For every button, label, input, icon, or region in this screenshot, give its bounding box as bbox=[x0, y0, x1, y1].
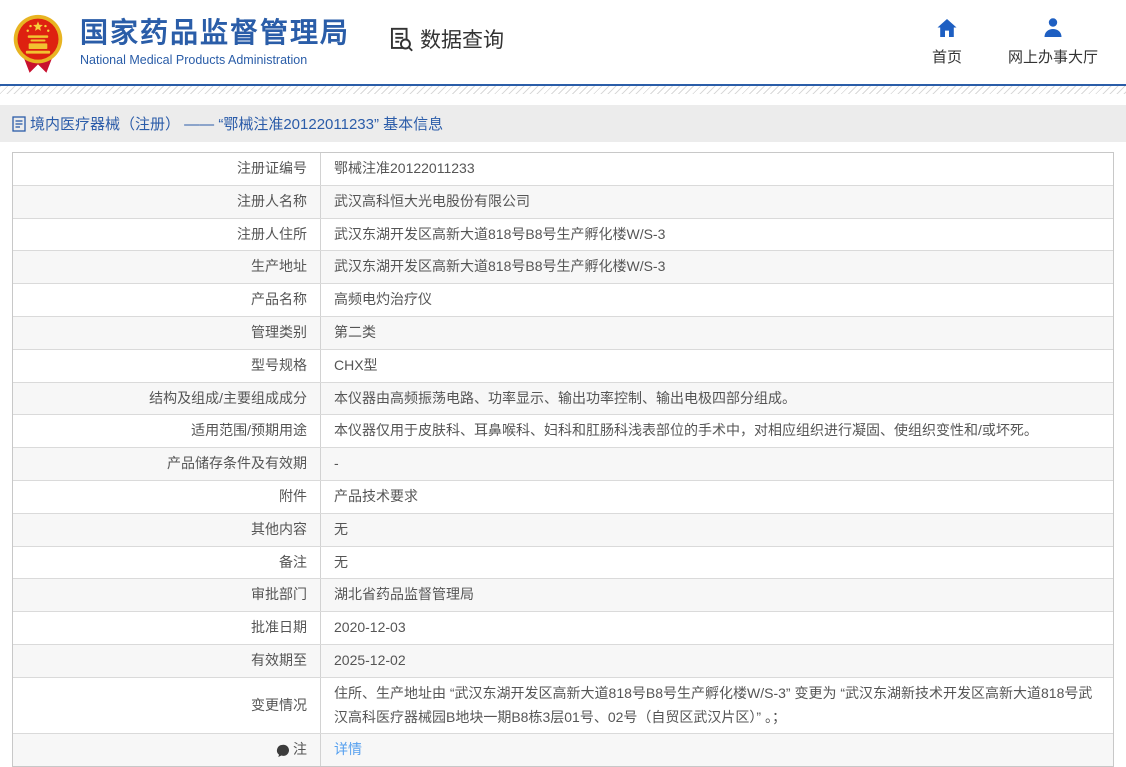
row-value: 2020-12-03 bbox=[334, 619, 406, 636]
row-value: 无 bbox=[334, 553, 348, 570]
row-value: 武汉东湖开发区高新大道818号B8号生产孵化楼W/S-3 bbox=[334, 225, 666, 242]
row-label: 变更情况 bbox=[13, 677, 321, 734]
top-nav: 首页 网上办事大厅 bbox=[932, 17, 1126, 67]
home-icon bbox=[937, 19, 957, 37]
org-name-en: National Medical Products Administration bbox=[80, 52, 308, 67]
row-label: 其他内容 bbox=[13, 513, 321, 546]
detail-link[interactable]: 详情 bbox=[334, 738, 362, 762]
table-row: 审批部门 湖北省药品监督管理局 bbox=[13, 579, 1113, 613]
row-label: 备注 bbox=[13, 546, 321, 579]
table-row: 附件 产品技术要求 bbox=[13, 480, 1113, 514]
row-value: 产品技术要求 bbox=[334, 487, 418, 504]
row-label: 审批部门 bbox=[13, 579, 321, 612]
nav-item-service-hall[interactable]: 网上办事大厅 bbox=[1008, 17, 1098, 67]
info-table: 注册证编号 鄂械注准20122011233 注册人名称 武汉高科恒大光电股份有限公司注… bbox=[12, 152, 1114, 767]
row-value: 武汉高科恒大光电股份有限公司 bbox=[334, 192, 530, 209]
table-row: 产品储存条件及有效期 - bbox=[13, 448, 1113, 481]
table-row: 生产地址 武汉东湖开发区高新大道818号B8号生产孵化楼W/S-3 bbox=[13, 251, 1113, 285]
row-value: 第二类 bbox=[334, 323, 376, 340]
table-row: 有效期至 2025-12-02 bbox=[13, 644, 1113, 678]
row-label: 批准日期 bbox=[13, 612, 321, 644]
row-value: 本仪器由高频振荡电路、功率显示、输出功率控制、输出电极四部分组成。 bbox=[334, 389, 796, 406]
row-label: 附件 bbox=[13, 480, 321, 513]
row-value: CHX型 bbox=[334, 356, 378, 373]
row-label: 注册人名称 bbox=[13, 185, 321, 218]
table-row: 备注无 bbox=[13, 546, 1113, 580]
row-value: 湖北省药品监督管理局 bbox=[334, 586, 474, 603]
data-query-tab[interactable]: 数据查询 bbox=[388, 24, 504, 54]
table-row: 注册人名称 武汉高科恒大光电股份有限公司 bbox=[13, 185, 1113, 219]
data-query-label: 数据查询 bbox=[420, 29, 505, 52]
table-row: 批准日期 2020-12-03 bbox=[13, 612, 1113, 645]
row-value: 住所、生产地址由 “武汉东湖开发区高新大道818号B8号生产孵化楼W/S-3” … bbox=[334, 684, 1093, 725]
org-name-cn: 国家药品监督管理局 bbox=[80, 17, 351, 49]
row-label: 注册人住所 bbox=[13, 218, 321, 251]
row-label: 有效期至 bbox=[13, 644, 321, 677]
hatched-band bbox=[0, 86, 1126, 94]
row-value: 详情 bbox=[321, 734, 1113, 766]
org-title-block: 国家药品监督管理局 National Medical Products Admi… bbox=[80, 17, 350, 66]
row-label: 结构及组成/主要组成成分 bbox=[13, 382, 321, 415]
table-row: 其他内容无 bbox=[13, 513, 1113, 547]
table-row: 型号规格 CHX型 bbox=[13, 349, 1113, 383]
balloon-icon bbox=[276, 744, 289, 757]
top-header: 国家药品监督管理局 National Medical Products Admi… bbox=[0, 0, 1126, 84]
row-value: 高频电灼治疗仪 bbox=[334, 291, 432, 308]
row-label: 适用范围/预期用途 bbox=[13, 415, 321, 448]
row-label: 产品储存条件及有效期 bbox=[13, 448, 321, 480]
page-title-bar: 境内医疗器械（注册） —— “鄂械注准20122011233” 基本信息 bbox=[0, 105, 1126, 142]
document-search-icon bbox=[390, 27, 413, 51]
spacer bbox=[0, 94, 1126, 105]
row-label: 注 bbox=[13, 734, 321, 767]
row-label: 生产地址 bbox=[13, 251, 321, 284]
row-label: 型号规格 bbox=[13, 349, 321, 382]
page-title: 境内医疗器械（注册） —— “鄂械注准20122011233” 基本信息 bbox=[30, 116, 444, 133]
table-row: 注册证编号 鄂械注准20122011233 bbox=[13, 153, 1113, 186]
table-row: 结构及组成/主要组成成分 本仪器由高频振荡电路、功率显示、输出功率控制、输出电极四… bbox=[13, 382, 1113, 416]
nav-label-home: 首页 bbox=[931, 49, 962, 66]
row-value: 鄂械注准20122011233 bbox=[334, 160, 475, 176]
table-row: 注册人住所 武汉东湖开发区高新大道818号B8号生产孵化楼W/S-3 bbox=[13, 218, 1113, 252]
row-label: 管理类别 bbox=[13, 316, 321, 349]
document-icon bbox=[12, 115, 26, 132]
nav-label-service-hall: 网上办事大厅 bbox=[1007, 49, 1098, 66]
row-label: 产品名称 bbox=[13, 284, 321, 316]
table-row: 管理类别 第二类 bbox=[13, 316, 1113, 350]
national-emblem-logo bbox=[10, 13, 66, 75]
row-value: 2025-12-02 bbox=[334, 651, 406, 668]
table-row: 产品名称 高频电灼治疗仪 bbox=[13, 284, 1113, 317]
person-icon bbox=[1044, 18, 1062, 37]
row-value: 武汉东湖开发区高新大道818号B8号生产孵化楼W/S-3 bbox=[334, 258, 666, 275]
row-value: 本仪器仅用于皮肤科、耳鼻喉科、妇科和肛肠科浅表部位的手术中，对相应组织进行凝固、… bbox=[334, 422, 1038, 439]
row-value: - bbox=[334, 455, 339, 472]
row-label: 注册证编号 bbox=[13, 153, 321, 185]
table-row: 适用范围/预期用途 本仪器仅用于皮肤科、耳鼻喉科、妇科和肛肠科浅表部位的手术中，对… bbox=[13, 415, 1113, 449]
table-row: 变更情况 住所、生产地址由 “武汉东湖开发区高新大道818号B8号生产孵化楼W/S… bbox=[13, 677, 1113, 735]
table-row: 注详情 bbox=[13, 734, 1113, 767]
nav-item-home[interactable]: 首页 bbox=[932, 17, 962, 67]
row-value: 无 bbox=[334, 520, 348, 537]
